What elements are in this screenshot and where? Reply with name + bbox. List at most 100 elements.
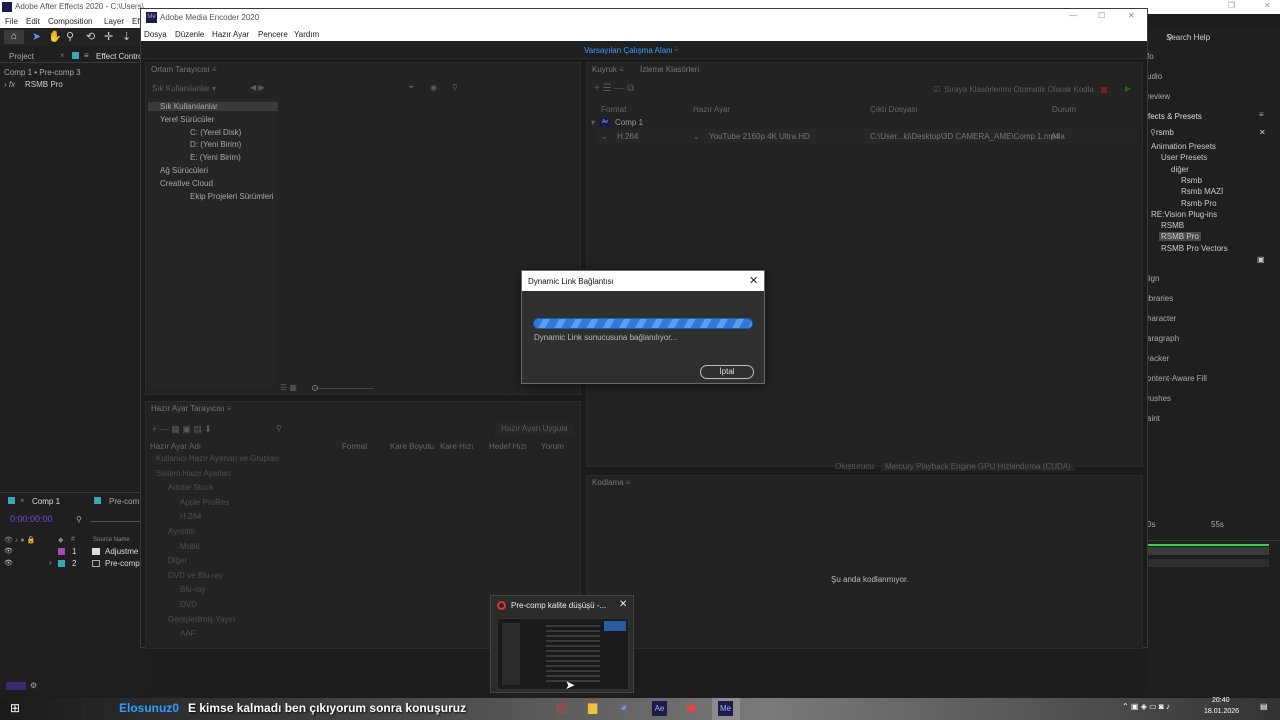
queue-group-name[interactable]: Comp 1 — [615, 118, 643, 127]
fx-icon[interactable]: › fx — [4, 80, 15, 89]
queue-header-format[interactable]: Format — [601, 105, 626, 114]
queue-item-output[interactable]: C:\User...ki\Desktop\3D CAMERA_AME\Comp … — [870, 132, 1059, 141]
ae-restore-icon[interactable]: ❐ — [1228, 1, 1235, 10]
preset-tree-item[interactable]: Diğer — [168, 556, 187, 565]
preview-panel-label[interactable]: review — [1147, 92, 1170, 101]
browser-tree-item[interactable]: Ağ Sürücüleri — [160, 166, 208, 175]
preset-header-frame-size[interactable]: Kare Boyutu — [390, 442, 434, 451]
layer-label-swatch[interactable] — [58, 560, 65, 567]
browser-search-icon[interactable]: ⚲ — [452, 83, 458, 92]
eye-icon[interactable]: 👁 — [4, 559, 13, 567]
queue-header-preset[interactable]: Hazır Ayar — [693, 105, 730, 114]
browser-tree-item[interactable]: Ekip Projeleri Sürümleri — [190, 192, 274, 201]
cancel-button[interactable]: İptal — [700, 365, 754, 379]
ae-effect-controls-tab[interactable]: Effect Contro — [96, 52, 143, 61]
workspace-menu-icon[interactable]: ≡ — [674, 45, 679, 54]
move-tool-icon[interactable]: ✛ — [104, 30, 113, 43]
chrome-icon[interactable]: ◉ — [686, 700, 697, 716]
preset-browser-title[interactable]: Hazır Ayar Tarayıcısı — [151, 404, 225, 413]
me-menu-window[interactable]: Pencere — [258, 30, 288, 39]
ae-timeline-tab[interactable]: Comp 1 — [32, 497, 60, 506]
ae-menu-layer[interactable]: Layer — [104, 17, 124, 26]
me-menu-edit[interactable]: Düzenle — [175, 30, 204, 39]
zoom-tool-icon[interactable]: ⚲ — [66, 30, 74, 43]
render-time-toggle[interactable] — [6, 682, 26, 690]
expand-chevron-icon[interactable]: › — [49, 558, 52, 567]
auto-encode-label[interactable]: Sıraya Klasörlerimi Otomatik Olarak Kodl… — [944, 85, 1094, 94]
preset-tree-item[interactable]: H.264 — [180, 512, 201, 521]
me-menu-file[interactable]: Dosya — [144, 30, 167, 39]
tray-icons[interactable]: ⌃ ▣ ◈ ▭ ◙ ♪ — [1122, 702, 1170, 711]
preset-header-comment[interactable]: Yorum — [541, 442, 564, 451]
ae-close-icon[interactable]: ✕ — [1264, 1, 1271, 10]
ae-effect-close-icon[interactable]: ≡ — [84, 51, 89, 60]
effects-tree-item[interactable]: Rsmb MAZİ — [1179, 187, 1225, 196]
preset-header-target-rate[interactable]: Hedef Hızı — [489, 442, 527, 451]
start-queue-icon[interactable]: ▶ — [1125, 84, 1131, 93]
minimize-icon[interactable]: — — [1069, 11, 1077, 20]
ae-timecode[interactable]: 0:00:00:00 — [10, 514, 53, 524]
ae-right-panel-tab[interactable]: racker — [1147, 354, 1169, 363]
browser-tree-item[interactable]: D: (Yeni Birim) — [190, 140, 241, 149]
discord-icon[interactable]: ◕ — [620, 700, 627, 714]
ae-menu-effect[interactable]: Ef — [132, 17, 140, 26]
notification-icon[interactable]: ▤ — [1260, 702, 1268, 711]
queue-header-status[interactable]: Durum — [1052, 105, 1076, 114]
preset-tree-item[interactable]: Adobe Stock — [168, 483, 213, 492]
collapse-chevron-icon[interactable]: ▾ — [591, 118, 595, 127]
media-browser-title[interactable]: Ortam Tarayıcısı — [151, 65, 210, 74]
preset-search-icon[interactable]: ⚲ — [276, 424, 282, 433]
preset-tree-item[interactable]: Sistem Hazır Ayarları — [156, 469, 231, 478]
queue-tab[interactable]: Kuyruk — [592, 65, 617, 74]
effects-tree-item[interactable]: Rsmb Pro — [1179, 199, 1219, 208]
maximize-icon[interactable]: ☐ — [1098, 11, 1105, 20]
effects-tree-item[interactable]: RSMB — [1159, 221, 1186, 230]
panel-menu-icon[interactable]: ≡ — [1259, 110, 1264, 119]
ae-timeline-tab2[interactable]: Pre-com — [109, 497, 139, 506]
layer-label-swatch[interactable] — [58, 548, 65, 555]
eye-icon[interactable]: 👁 — [4, 547, 13, 555]
effects-tree-item[interactable]: diğer — [1169, 165, 1191, 174]
ae-right-panel-tab[interactable]: rushes — [1147, 394, 1171, 403]
slider-knob[interactable] — [312, 385, 318, 391]
browser-tree-item[interactable]: E: (Yeni Birim) — [190, 153, 241, 162]
ae-right-panel-tab[interactable]: ontent-Aware Fill — [1147, 374, 1207, 383]
info-panel-label[interactable]: fo — [1147, 52, 1154, 61]
preset-tree-item[interactable]: DVD ve Blu-ray — [168, 571, 223, 580]
me-menu-help[interactable]: Yardım — [294, 30, 319, 39]
list-view-icon[interactable]: ☰ ▦ — [280, 383, 297, 392]
preset-dropdown-icon[interactable]: ⌄ — [693, 132, 700, 141]
taskbar-preview[interactable]: Pre-comp kalite düşüşü -... ✕ ➤ — [490, 595, 634, 693]
windows-start-icon[interactable]: ⊞ — [10, 701, 20, 715]
clear-search-icon[interactable]: ✕ — [1259, 128, 1266, 137]
clock-date[interactable]: 18.01.2026 — [1204, 708, 1239, 715]
workspace-name[interactable]: Varsayılan Çalışma Alanı — [584, 46, 673, 55]
browser-tree-item[interactable]: C: (Yerel Disk) — [190, 128, 241, 137]
ae-right-panel-tab[interactable]: haracter — [1147, 314, 1176, 323]
preset-header-format[interactable]: Format — [342, 442, 367, 451]
format-dropdown-icon[interactable]: ⌄ — [601, 132, 608, 141]
opera-icon[interactable]: ◎ — [556, 700, 567, 716]
preset-tree-item[interactable]: Mobil — [180, 542, 199, 551]
ae-menu-edit[interactable]: Edit — [26, 17, 40, 26]
new-preset-icon[interactable]: ▣ — [1257, 255, 1265, 264]
thumbnail-size-slider[interactable] — [314, 388, 374, 389]
preview-close-icon[interactable]: ✕ — [619, 599, 627, 610]
browser-tree-item[interactable]: Yerel Sürücüler — [160, 115, 214, 124]
ae-right-panel-tab[interactable]: ibraries — [1147, 294, 1173, 303]
preset-tool-icons[interactable]: + — ▦ ▣ ▤ ⬇ — [152, 424, 212, 435]
auto-encode-checkbox[interactable]: ☑ — [933, 85, 940, 94]
preset-tree-item[interactable]: Ayrıntılı — [168, 527, 195, 536]
queue-item-preset[interactable]: YouTube 2160p 4K Ultra HD — [709, 132, 810, 141]
effects-tree-item[interactable]: RSMB Pro Vectors — [1159, 244, 1230, 253]
stop-queue-icon[interactable] — [1101, 87, 1107, 93]
queue-tool-icons[interactable]: + ☰ — ⧉ — [594, 83, 634, 94]
layer-name[interactable]: Adjustme — [105, 547, 138, 556]
view-icon[interactable]: ◉ — [430, 83, 437, 92]
folder-icon[interactable]: ▆ — [588, 700, 597, 714]
preset-header-name[interactable]: Hazır Ayar Adı — [150, 442, 201, 451]
work-area-bar[interactable] — [1147, 544, 1269, 546]
settings-gear-icon[interactable]: ⚙ — [30, 681, 37, 690]
ae-effect-item[interactable]: RSMB Pro — [25, 80, 63, 89]
preset-tree-item[interactable]: Genişletilmiş Yayın — [168, 615, 235, 624]
